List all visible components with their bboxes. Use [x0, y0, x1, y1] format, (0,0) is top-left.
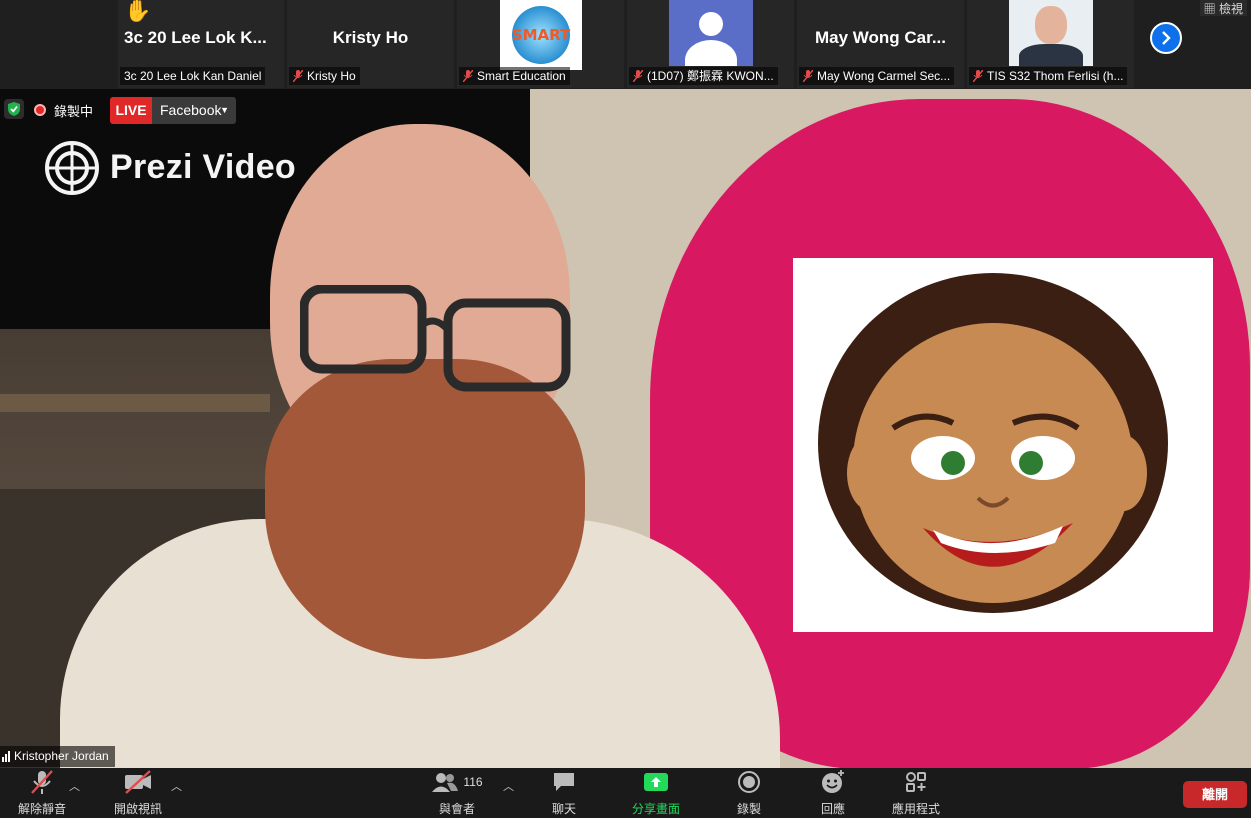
view-button[interactable]: ▦ 檢視: [1199, 0, 1247, 16]
speaker-beard: [265, 359, 585, 659]
participants-icon: [432, 773, 459, 792]
participant-tile[interactable]: Kristy Ho Kristy Ho: [287, 0, 454, 88]
participants-label: 與會者: [438, 802, 475, 816]
smiley-add-icon: [822, 770, 844, 793]
record-label: 錄製: [736, 802, 761, 816]
prezi-watermark: Prezi Video: [44, 140, 296, 195]
recording-label: 錄製中: [54, 103, 94, 119]
caret-down-icon: ▼: [220, 105, 229, 115]
raised-hand-icon: ✋: [124, 0, 152, 23]
start-video-label: 開啟視訊: [113, 802, 162, 816]
chevron-right-icon: [1162, 31, 1171, 45]
video-options-caret-icon[interactable]: ︿: [171, 778, 182, 794]
share-screen-label: 分享畫面: [631, 802, 680, 816]
avatar-text: SMART: [511, 26, 571, 44]
participant-strip: ✋ 3c 20 Lee Lok K... 3c 20 Lee Lok Kan D…: [0, 0, 1251, 89]
participant-count: 116: [463, 775, 483, 789]
participant-photo: [1009, 0, 1093, 66]
apps-label: 應用程式: [891, 802, 940, 816]
prezi-watermark-text: Prezi Video: [110, 148, 296, 186]
participant-label: Smart Education: [459, 67, 570, 85]
reactions-button[interactable]: 回應: [809, 768, 857, 818]
participant-tile[interactable]: TIS S32 Thom Ferlisi (h...: [967, 0, 1134, 88]
participant-tile[interactable]: ✋ 3c 20 Lee Lok K... 3c 20 Lee Lok Kan D…: [118, 0, 284, 88]
security-shield-icon[interactable]: [4, 99, 24, 119]
participants-options-caret-icon[interactable]: ︿: [503, 778, 514, 794]
chat-button[interactable]: 聊天: [540, 768, 588, 818]
record-icon: [738, 771, 760, 793]
participant-label: (1D07) 鄭振霖 KWON...: [629, 67, 778, 85]
view-button-label: 檢視: [1218, 2, 1243, 16]
next-page-button[interactable]: [1150, 22, 1182, 54]
video-off-icon: [125, 770, 151, 794]
cartoon-face-image: [818, 273, 1168, 613]
live-badge[interactable]: LIVE: [110, 97, 152, 124]
participant-label: May Wong Carmel Sec...: [799, 67, 955, 85]
apps-icon: [906, 772, 926, 792]
active-speaker-video: Prezi Video 錄製中 LIVE Facebook ▼ Kristophe…: [0, 89, 1251, 768]
record-button[interactable]: 錄製: [725, 768, 773, 818]
participant-tile-name: 3c 20 Lee Lok K...: [124, 28, 267, 47]
start-video-button[interactable]: 開啟視訊: [108, 768, 168, 818]
signal-bars-icon: [2, 751, 10, 762]
cartoon-card: [793, 258, 1213, 632]
speaker-name-tag: Kristopher Jordan: [0, 746, 115, 767]
share-screen-button[interactable]: 分享畫面: [626, 768, 686, 818]
participant-tile[interactable]: SMART Smart Education: [457, 0, 624, 88]
muted-mic-icon: [973, 70, 983, 82]
participant-label: 3c 20 Lee Lok Kan Daniel: [120, 67, 266, 85]
shelf: [0, 394, 270, 412]
smart-avatar: SMART: [500, 0, 582, 70]
participant-tile-name: May Wong Car...: [815, 28, 946, 47]
recording-indicator[interactable]: 錄製中: [34, 99, 93, 121]
live-platform-label: Facebook: [160, 102, 222, 118]
chat-label: 聊天: [551, 802, 576, 816]
default-avatar: [669, 0, 753, 66]
prezi-logo-icon: [45, 140, 99, 195]
chat-icon: [554, 773, 574, 791]
muted-mic-icon: [803, 70, 813, 82]
unmute-button[interactable]: 解除靜音: [12, 768, 72, 818]
participant-label: TIS S32 Thom Ferlisi (h...: [969, 67, 1128, 85]
muted-mic-icon: [31, 770, 53, 794]
participant-label: Kristy Ho: [289, 67, 360, 85]
participants-button[interactable]: 116 與會者: [426, 768, 488, 818]
muted-mic-icon: [463, 70, 473, 82]
live-platform-dropdown[interactable]: Facebook ▼: [152, 97, 236, 124]
apps-button[interactable]: 應用程式: [886, 768, 946, 818]
audio-options-caret-icon[interactable]: ︿: [69, 778, 80, 794]
participant-tile-name: Kristy Ho: [332, 28, 409, 47]
leave-meeting-button[interactable]: 離開: [1183, 781, 1247, 808]
muted-mic-icon: [293, 70, 303, 82]
speaker-glasses: [300, 285, 571, 392]
grid-icon: ▦: [1203, 2, 1216, 16]
unmute-label: 解除靜音: [17, 802, 66, 816]
record-dot-icon: [34, 104, 46, 116]
meeting-toolbar: 解除靜音 ︿ 開啟視訊 ︿ 116 與會者 ︿ 聊天 分享畫面 錄製 回應 應用…: [0, 768, 1251, 818]
shield-check-icon: [8, 102, 20, 116]
share-screen-icon: [644, 773, 668, 791]
reactions-label: 回應: [820, 802, 845, 816]
participant-tile[interactable]: May Wong Car... May Wong Carmel Sec...: [797, 0, 964, 88]
participant-tile[interactable]: (1D07) 鄭振霖 KWON...: [627, 0, 794, 88]
muted-mic-icon: [633, 70, 643, 82]
speaker-name: Kristopher Jordan: [14, 749, 109, 763]
